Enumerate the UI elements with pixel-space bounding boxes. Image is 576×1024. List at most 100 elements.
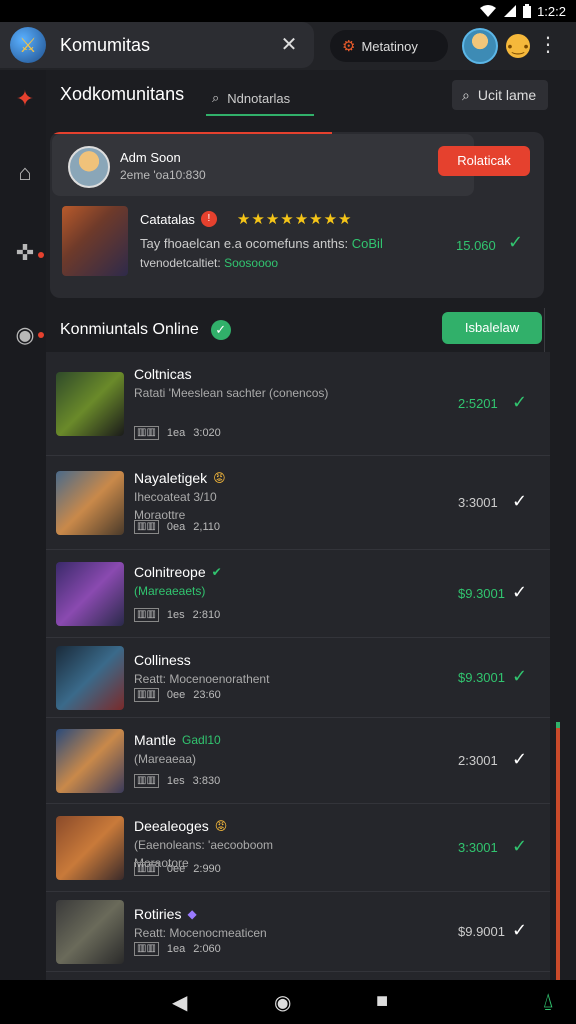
players-icon: ▥▥ (134, 608, 159, 622)
game-title: Colliness (134, 652, 191, 668)
list-item[interactable]: Colliness Reatt: Mocenoenorathent ▥▥ 0ee 23:… (46, 638, 550, 718)
search-button-label: Ucit lame (477, 87, 537, 103)
search-icon: ⌕ (462, 86, 470, 103)
game-subtitle: Reatt: Mocenoenorathent (134, 672, 270, 686)
gamepad-icon[interactable]: ✜ (10, 238, 40, 268)
players-icon: ▥▥ (134, 520, 159, 534)
list-item[interactable]: Rotiries ◆ Reatt: Mocenocmeaticen ▥▥ 1ea 2:06… (46, 892, 550, 972)
top-bar: ⚔ Komumitas ✕ ⚙ Metatinoy •‿• ⋮ (0, 22, 576, 70)
list-item[interactable]: Mantle Gadl10 (Mareaeaa) ▥▥ 1es 3:830 2:3001 ✓ (46, 718, 550, 804)
tab-search-label: Ndnotarlas (227, 90, 291, 106)
monitor-label: Metatinoy (361, 38, 418, 54)
game-title-row: Colliness (134, 652, 191, 668)
game-meta-label: 1es (166, 775, 185, 787)
check-icon[interactable]: ✓ (512, 749, 527, 770)
check-icon[interactable]: ✓ (512, 491, 527, 512)
game-thumbnail[interactable] (56, 372, 124, 436)
monitor-button[interactable]: ⚙ Metatinoy (330, 30, 448, 62)
verified-check-icon: ✓ (210, 320, 231, 340)
alert-badge-icon: ! (200, 211, 217, 227)
list-item[interactable]: Colnitreope ✔ (Mareaeaets) ▥▥ 1es 2:810 $9.300… (46, 550, 550, 638)
game-meta-value: 2,110 (193, 521, 220, 533)
game-price: $9.3001 (458, 586, 505, 601)
online-action-button[interactable]: Isbalelaw (442, 312, 542, 344)
game-meta-label: 1es (166, 609, 185, 621)
game-price: 2:3001 (458, 753, 498, 768)
game-price: $9.9001 (458, 924, 505, 939)
featured-card: Adm Soon 2eme 'oa10:830 ☺ Rolaticak Cata… (50, 132, 544, 298)
featured-action-button[interactable]: Rolaticak (438, 146, 530, 176)
compass-icon[interactable]: ✦ (10, 84, 40, 114)
avatar[interactable] (462, 28, 498, 64)
game-meta: ▥▥ 0ea 2,110 (134, 520, 220, 534)
game-thumbnail[interactable] (56, 816, 124, 880)
check-icon[interactable]: ✓ (512, 392, 527, 413)
app-logo-icon[interactable]: ⚔ (10, 27, 46, 63)
close-icon[interactable]: ✕ (278, 34, 300, 56)
game-tag: Gadl10 (182, 733, 221, 747)
game-title: Mantle (134, 732, 177, 748)
tab-search[interactable]: ⌕ Ndnotarlas (206, 82, 314, 116)
game-thumbnail[interactable] (56, 900, 124, 964)
avatar[interactable] (68, 146, 110, 188)
online-title: Konmiuntals Online (60, 321, 199, 338)
signal-icon (504, 5, 517, 17)
search-button[interactable]: ⌕ Ucit lame (452, 80, 548, 110)
game-title: Deealeoges (134, 818, 209, 834)
game-price: 3:3001 (458, 495, 498, 510)
list-item[interactable]: Deealeoges 😡 (Eaenoleans: 'aecooboom Moraot… (46, 804, 550, 892)
scrollbar[interactable] (556, 722, 560, 1000)
game-title: Rotiries (134, 906, 182, 922)
game-title-row: Rotiries ◆ (134, 906, 197, 922)
battery-icon (523, 4, 532, 18)
app-title: Komumitas (60, 34, 151, 55)
check-icon[interactable]: ✓ (512, 666, 527, 687)
sidebar: ✦ ⌂ ✜ ◉ (0, 70, 46, 980)
featured-desc: Tay fhoaelcan e.a ocomefuns anths: CoBil (140, 236, 383, 251)
nav-bar: ◀ ◉ ■ ⍙ (0, 980, 576, 1024)
gear-icon: ⚙ (342, 38, 356, 55)
game-tag: ✔ (211, 565, 222, 579)
kebab-menu-icon[interactable]: ⋮ (538, 34, 558, 58)
back-icon[interactable]: ◀ (172, 990, 187, 1015)
toggle-icon[interactable]: ◉ (10, 320, 40, 350)
game-meta: ▥▥ 0ee 23:60 (134, 688, 221, 702)
game-thumbnail[interactable] (56, 729, 124, 793)
recents-icon[interactable]: ■ (376, 990, 388, 1013)
android-icon[interactable]: ⍙ (542, 990, 554, 1013)
section-header: Xodkomunitans ⌕ Ndnotarlas ⌕ Ucit lame (46, 70, 576, 122)
list-item[interactable]: Nayaletigek 😡 Ihecoateat 3/10 Moraottre ▥▥ 0e… (46, 456, 550, 550)
featured-desc2-text: tvenodetcaltiet: (140, 256, 221, 270)
game-meta-value: 2:810 (192, 609, 221, 621)
players-icon: ▥▥ (134, 774, 159, 788)
game-meta-label: 0ee (166, 689, 186, 701)
game-thumbnail[interactable] (56, 646, 124, 710)
featured-desc-text: Tay fhoaelcan e.a ocomefuns anths: (140, 236, 349, 251)
game-thumbnail[interactable] (62, 206, 128, 276)
check-icon[interactable]: ✓ (508, 232, 523, 253)
home-icon[interactable]: ⌂ (10, 158, 40, 188)
featured-user-panel: Adm Soon 2eme 'oa10:830 ☺ (52, 134, 474, 196)
online-title-row: Konmiuntals Online ✓ (60, 320, 231, 340)
app-window: ⚔ Komumitas ✕ ⚙ Metatinoy •‿• ⋮ ✦ ⌂ ✜ ◉ … (0, 22, 576, 1000)
check-icon[interactable]: ✓ (512, 582, 527, 603)
game-meta: ▥▥ 1es 3:830 (134, 774, 220, 788)
game-title: Colnitreope (134, 564, 206, 580)
game-title-row: Nayaletigek 😡 (134, 470, 226, 486)
game-thumbnail[interactable] (56, 471, 124, 535)
game-price: $9.3001 (458, 670, 505, 685)
face-emoji-icon[interactable]: •‿• (506, 34, 530, 58)
players-icon: ▥▥ (134, 426, 159, 440)
featured-user-sub: 2eme 'oa10:830 (120, 168, 206, 182)
wifi-icon (480, 5, 497, 17)
game-subtitle: Reatt: Mocenocmeaticen (134, 926, 267, 940)
list-item[interactable]: Coltnicas Ratati 'Meeslean sachter (conen… (46, 352, 550, 456)
check-icon[interactable]: ✓ (512, 920, 527, 941)
game-subtitle: Ihecoateat 3/10 (134, 490, 217, 504)
check-icon[interactable]: ✓ (512, 836, 527, 857)
home-nav-icon[interactable]: ◉ (274, 990, 291, 1015)
featured-price: 15.060 (456, 238, 496, 253)
notification-dot (38, 252, 44, 258)
list-item[interactable]: Unmatagege😡 (46, 972, 550, 980)
game-thumbnail[interactable] (56, 562, 124, 626)
